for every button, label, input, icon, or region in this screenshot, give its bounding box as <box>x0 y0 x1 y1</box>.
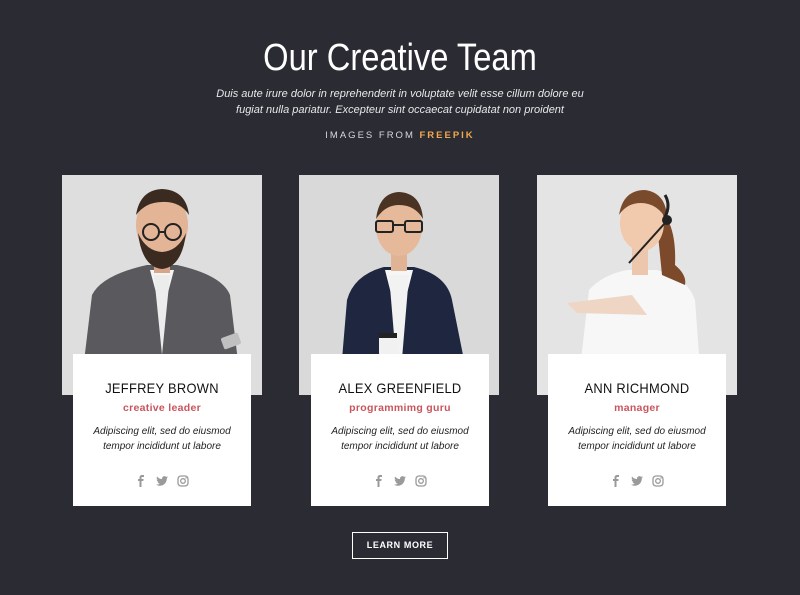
member-name: ANN RICHMOND <box>584 380 690 396</box>
image-credit: IMAGES FROM FREEPIK <box>0 130 800 141</box>
learn-more-button[interactable]: LEARN MORE <box>352 532 448 559</box>
social-links <box>73 474 251 487</box>
instagram-icon[interactable] <box>177 474 189 487</box>
member-role: programmimg guru <box>349 402 451 414</box>
instagram-icon[interactable] <box>415 474 427 487</box>
twitter-icon[interactable] <box>394 474 406 486</box>
social-links <box>311 474 489 487</box>
description-line-2: tempor incididunt ut labore <box>103 441 221 452</box>
instagram-icon[interactable] <box>652 474 664 487</box>
member-description: Adipiscing elit, sed do eiusmod tempor i… <box>83 424 241 454</box>
page-subtitle: Duis aute irure dolor in reprehenderit i… <box>200 86 600 118</box>
subtitle-line-2: fugiat nulla pariatur. Excepteur sint oc… <box>236 104 564 116</box>
social-links <box>548 474 726 487</box>
facebook-icon[interactable] <box>373 474 385 487</box>
team-card: ALEX GREENFIELD programmimg guru Adipisc… <box>311 354 489 506</box>
description-line-2: tempor incididunt ut labore <box>341 441 459 452</box>
team-card: ANN RICHMOND manager Adipiscing elit, se… <box>548 354 726 506</box>
credit-prefix: IMAGES FROM <box>325 130 415 141</box>
member-role: manager <box>614 402 660 414</box>
facebook-icon[interactable] <box>610 474 622 487</box>
member-role: creative leader <box>122 402 202 414</box>
description-line-2: tempor incididunt ut labore <box>578 441 696 452</box>
description-line-1: Adipiscing elit, sed do eiusmod <box>331 426 469 437</box>
facebook-icon[interactable] <box>135 474 147 487</box>
subtitle-line-1: Duis aute irure dolor in reprehenderit i… <box>216 88 584 100</box>
member-name: ALEX GREENFIELD <box>338 380 462 396</box>
twitter-icon[interactable] <box>156 474 168 486</box>
member-name: JEFFREY BROWN <box>105 380 219 396</box>
member-description: Adipiscing elit, sed do eiusmod tempor i… <box>558 424 716 454</box>
twitter-icon[interactable] <box>631 474 643 486</box>
description-line-1: Adipiscing elit, sed do eiusmod <box>568 426 706 437</box>
credit-source-link[interactable]: FREEPIK <box>420 130 475 141</box>
description-line-1: Adipiscing elit, sed do eiusmod <box>93 426 231 437</box>
team-card: JEFFREY BROWN creative leader Adipiscing… <box>73 354 251 506</box>
member-description: Adipiscing elit, sed do eiusmod tempor i… <box>321 424 479 454</box>
page-title: Our Creative Team <box>263 37 537 79</box>
